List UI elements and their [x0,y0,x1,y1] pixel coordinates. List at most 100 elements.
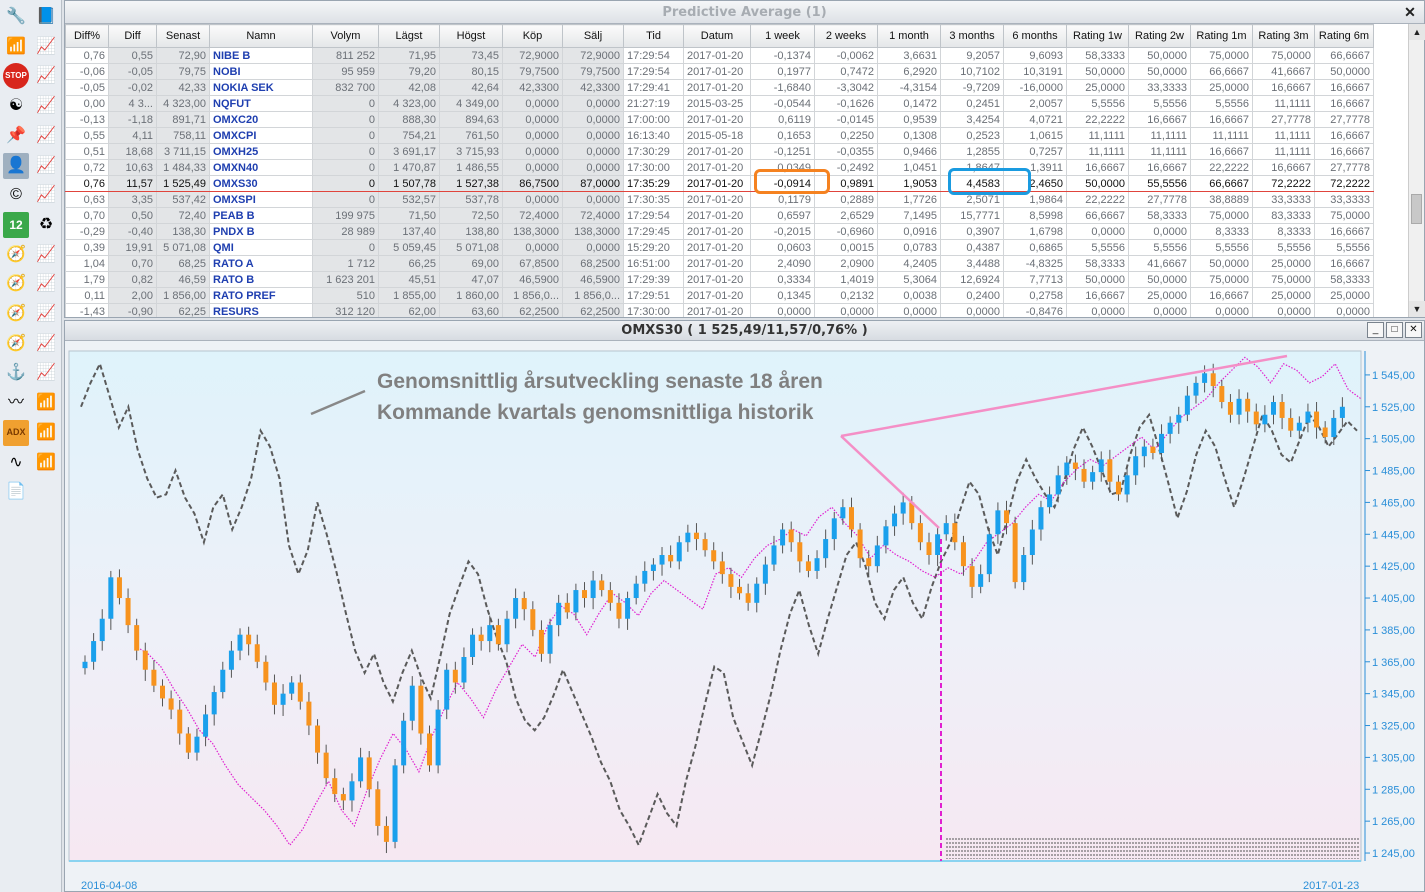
line-chart-icon[interactable]: 📈 [33,63,59,89]
table-row[interactable]: 0,76 0,55 72,90 NIBE B 811 252 71,95 73,45 72,9… [65,47,1374,64]
compass-icon[interactable]: 🧭 [3,301,29,327]
table-cell: 3,4488 [940,255,1004,272]
table-cell: -0,40 [108,223,157,240]
scroll-up-icon[interactable]: ▲ [1409,24,1425,40]
anchor-icon[interactable]: ⚓ [3,360,29,386]
column-header[interactable]: Diff% [65,24,109,48]
column-header[interactable]: Rating 2w [1128,24,1191,48]
line-chart-icon[interactable]: 📈 [33,242,59,268]
line-chart-icon[interactable]: 📈 [33,123,59,149]
bar-chart-icon[interactable]: 📶 [33,420,59,446]
column-header[interactable]: Rating 1m [1190,24,1253,48]
column-header[interactable]: Namn [209,24,313,48]
column-header[interactable]: 1 week [750,24,815,48]
column-header[interactable]: Rating 1w [1066,24,1129,48]
table-row[interactable]: -0,06 -0,05 79,75 NOBI 95 959 79,20 80,15 79,75… [65,63,1374,80]
table-cell: 532,57 [378,191,440,208]
column-header[interactable]: Högst [439,24,503,48]
table-cell: 11,1111 [1252,127,1315,144]
calendar-icon[interactable]: 12 [3,211,29,238]
vertical-scrollbar[interactable]: ▲ ▼ [1408,24,1425,317]
avatar[interactable]: 👤 [3,152,29,179]
compass-icon[interactable]: 🧭 [3,242,29,268]
column-header[interactable]: Diff [108,24,157,48]
column-header[interactable]: 6 months [1003,24,1067,48]
table-cell: 4 3... [108,95,157,112]
table-cell: 1 486,55 [439,159,503,176]
line-chart-icon[interactable]: 📈 [33,153,59,179]
maximize-icon[interactable]: □ [1386,322,1403,338]
column-header[interactable]: Köp [502,24,563,48]
table-row[interactable]: 0,72 10,63 1 484,33 OMXN40 0 1 470,87 1 486,55… [65,159,1374,176]
trend-icon[interactable]: 〰 [3,390,29,416]
cycle-icon[interactable]: ♻ [33,212,59,238]
column-header[interactable]: Tid [623,24,684,48]
table-row[interactable]: 0,63 3,35 537,42 OMXSPI 0 532,57 537,78 0,0000 0… [65,191,1374,208]
bar-chart-icon[interactable]: 📶 [33,450,59,476]
table-cell: 0,51 [65,143,109,160]
table-row[interactable]: 1,04 0,70 68,25 RATO A1 712 66,25 69,00 67,850… [65,255,1374,272]
table-row[interactable]: 0,00 4 3... 4 323,00 NQFUT 0 4 323,00 4 349,00… [65,95,1374,112]
wrench-icon[interactable]: 🔧 [3,4,29,30]
column-header[interactable]: Senast [156,24,210,48]
table-row[interactable]: -1,43 -0,90 62,25 RESURS 312 120 62,00 63,60 62… [65,303,1374,317]
grid-titlebar[interactable]: Predictive Average (1) ✕ [65,1,1424,24]
table-row[interactable]: -0,29 -0,40 138,30 PNDX B 28 989 137,40 138,80… [65,223,1374,240]
pin-icon[interactable]: 📌 [3,123,29,149]
bar-chart-icon[interactable]: 📶 [33,390,59,416]
price-chart[interactable]: 1 545,00 1 525,00 1 505,00 1 485,00 1 465,00… [65,341,1424,891]
table-row[interactable]: 0,55 4,11 758,11 OMXCPI 0 754,21 761,50 0,0000 0… [65,127,1374,144]
line-chart-icon[interactable]: 📈 [33,93,59,119]
table-cell: 0,0000 [1314,303,1374,317]
table-cell: 138,30 [156,223,210,240]
candle-body [108,577,114,619]
table-row[interactable]: 0,70 0,50 72,40 PEAB B 199 975 71,50 72,50 72,4… [65,207,1374,224]
candle-body [1288,417,1294,431]
compass-icon[interactable]: 🧭 [3,271,29,297]
table-row[interactable]: 0,51 18,68 3 711,15 OMXH25 0 3 691,17 3 715,93… [65,143,1374,160]
table-cell: 25,0000 [1128,287,1191,304]
notes-icon[interactable]: 📘 [33,4,59,30]
line-chart-icon[interactable]: 📈 [33,331,59,357]
table-row[interactable]: 0,76 11,57 1 525,49 OMXS30 0 1 507,78 1 527,38… [65,175,1374,192]
table-row[interactable]: -0,05 -0,02 42,33 NOKIA SEK 832 700 42,08 42,6… [65,79,1374,96]
close-icon[interactable]: ✕ [1402,4,1418,20]
close-icon[interactable]: ✕ [1405,322,1422,338]
adx-icon[interactable]: ADX [3,419,29,446]
column-header[interactable]: Datum [683,24,751,48]
table-cell: 0 [312,95,379,112]
column-header[interactable]: Rating 6m [1314,24,1374,48]
compass-icon[interactable]: 🧭 [3,331,29,357]
chart-titlebar[interactable]: OMXS30 ( 1 525,49/11,57/0,76% ) _ □ ✕ [65,321,1424,341]
line-chart-icon[interactable]: 📈 [33,34,59,60]
column-header[interactable]: Lägst [378,24,440,48]
column-header[interactable]: 1 month [877,24,941,48]
minimize-icon[interactable]: _ [1367,322,1384,338]
c-logo-icon[interactable]: © [3,182,29,208]
table-cell: 11,1111 [1128,127,1191,144]
scroll-down-icon[interactable]: ▼ [1409,301,1425,317]
column-header[interactable]: Sälj [562,24,624,48]
table-cell: 0,2758 [1003,287,1067,304]
scroll-thumb[interactable] [1411,194,1422,224]
yin-yang-icon[interactable]: ☯ [3,93,29,119]
line-chart-icon[interactable]: 📈 [33,360,59,386]
column-header[interactable]: 2 weeks [814,24,878,48]
bar-chart-icon[interactable]: 📶 [3,34,29,60]
table-cell: 2015-05-18 [683,127,751,144]
column-header[interactable]: Rating 3m [1252,24,1315,48]
table-row[interactable]: -0,13 -1,18 891,71 OMXC20 0 888,30 894,63 0,000… [65,111,1374,128]
table-row[interactable]: 1,79 0,82 46,59 RATO B1 623 201 45,51 47,07 46… [65,271,1374,288]
document-icon[interactable]: 📄 [3,479,29,505]
stop-icon[interactable]: STOP [3,63,29,90]
table-row[interactable]: 0,39 19,91 5 071,08 QMI 0 5 059,45 5 071,08 0,0… [65,239,1374,256]
line-chart-icon[interactable]: 📈 [33,182,59,208]
table-cell: 2017-01-20 [683,175,751,192]
table-row[interactable]: 0,11 2,00 1 856,00 RATO PREF 510 1 855,00 1 86… [65,287,1374,304]
line-chart-icon[interactable]: 📈 [33,301,59,327]
wave-icon[interactable]: ∿ [3,450,29,476]
table-cell: 1 470,87 [378,159,440,176]
column-header[interactable]: 3 months [940,24,1004,48]
column-header[interactable]: Volym [312,24,379,48]
line-chart-icon[interactable]: 📈 [33,271,59,297]
